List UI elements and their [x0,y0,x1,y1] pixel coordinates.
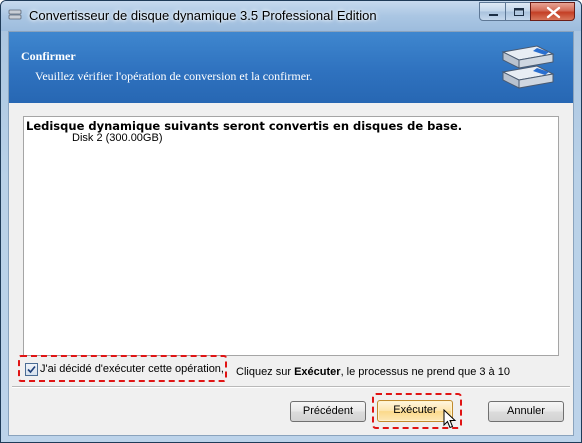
page-title: Confirmer [21,49,76,63]
maximize-icon [514,8,524,16]
hint-bold: Exécuter [294,366,341,378]
mouse-pointer-icon [443,409,457,429]
divider [12,386,570,388]
disks-icon [501,45,555,89]
dialog-body: Confirmer Veuillez vérifier l'opération … [8,31,574,436]
header-band: Confirmer Veuillez vérifier l'opération … [9,32,573,103]
list-item: Disk 2 (300.00GB) [72,132,163,144]
minimize-button[interactable] [479,2,506,21]
checkmark-icon [27,365,36,374]
app-icon [8,9,22,20]
app-window: Convertisseur de disque dynamique 3.5 Pr… [0,0,582,443]
maximize-button[interactable] [505,2,531,21]
minimize-icon [489,14,498,16]
hint-prefix: Cliquez sur [236,366,295,378]
close-button[interactable] [530,2,575,21]
hint-suffix: , le processus ne prend que 3 à 10 [340,366,510,378]
previous-button[interactable]: Précédent [290,401,366,422]
page-subtitle: Veuillez vérifier l'opération de convers… [35,69,313,83]
operation-summary-box: Ledisque dynamique suivants seront conve… [23,116,559,356]
close-icon [546,6,561,19]
execute-hint: Cliquez sur Exécuter, le processus ne pr… [236,366,510,378]
summary-heading: Ledisque dynamique suivants seront conve… [26,119,463,133]
confirm-checkbox-row[interactable]: J'ai décidé d'exécuter cette opération, [18,355,227,382]
execute-button[interactable]: Exécuter [377,400,453,422]
cancel-button[interactable]: Annuler [488,401,564,422]
window-title: Convertisseur de disque dynamique 3.5 Pr… [29,8,377,23]
confirm-checkbox[interactable] [25,363,38,376]
title-bar[interactable]: Convertisseur de disque dynamique 3.5 Pr… [1,1,581,31]
confirm-label: J'ai décidé d'exécuter cette opération, [40,363,224,375]
